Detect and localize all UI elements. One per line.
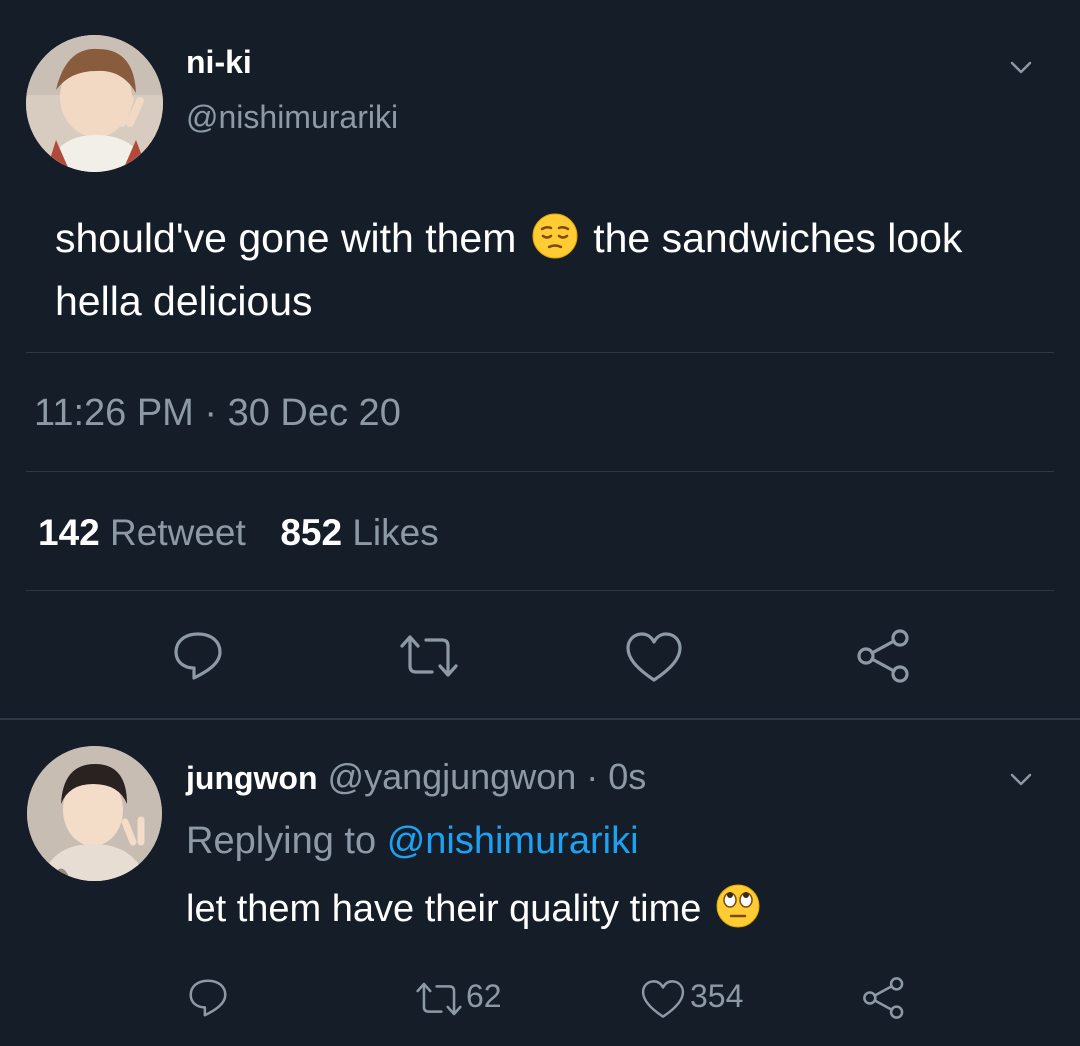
tweet-stats: 142 Retweet 852 Likes: [38, 512, 439, 554]
like-icon[interactable]: [624, 630, 684, 684]
divider: [26, 352, 1054, 353]
reply-share-icon[interactable]: [862, 976, 906, 1020]
reply-like-icon[interactable]: [640, 978, 686, 1020]
reply-author-handle[interactable]: @yangjungwon: [328, 756, 577, 797]
tweet-timestamp[interactable]: 11:26 PM · 30 Dec 20: [34, 392, 401, 435]
replying-to-label: Replying to: [186, 820, 377, 862]
reply-retweet-count[interactable]: 62: [466, 978, 502, 1015]
reply-reply-icon[interactable]: [186, 976, 230, 1020]
reply-icon[interactable]: [170, 628, 226, 684]
reply-author-avatar[interactable]: [27, 746, 162, 881]
like-count[interactable]: 852: [280, 512, 342, 553]
chevron-down-icon[interactable]: [1010, 56, 1032, 78]
reply-retweet-icon[interactable]: [414, 980, 464, 1018]
like-label[interactable]: Likes: [352, 512, 438, 553]
reply-author-display-name[interactable]: jungwon: [186, 760, 318, 796]
reply-text-content: let them have their quality time: [186, 888, 702, 930]
divider: [26, 590, 1054, 591]
face-with-rolling-eyes-emoji: [716, 884, 760, 938]
tweet-text-part1: should've gone with them: [55, 215, 517, 261]
tweet-text: should've gone with them the sandwiches …: [55, 210, 1035, 329]
retweet-icon[interactable]: [398, 632, 460, 680]
reply-text: let them have their quality time: [186, 884, 760, 938]
author-avatar[interactable]: [26, 35, 163, 172]
replying-to-mention[interactable]: @nishimurariki: [387, 820, 639, 862]
replying-to-line: Replying to @nishimurariki: [186, 820, 639, 863]
author-display-name[interactable]: ni-ki: [186, 44, 252, 81]
divider: [26, 471, 1054, 472]
reply-chevron-down-icon[interactable]: [1010, 768, 1032, 790]
retweet-label[interactable]: Retweet: [110, 512, 246, 553]
reply-header: jungwon @yangjungwon · 0s: [186, 756, 646, 798]
share-icon[interactable]: [856, 628, 912, 684]
section-divider: [0, 718, 1080, 720]
retweet-count[interactable]: 142: [38, 512, 100, 553]
pensive-face-emoji: [532, 213, 578, 273]
reply-like-count[interactable]: 354: [690, 978, 743, 1015]
author-handle[interactable]: @nishimurariki: [186, 99, 398, 136]
reply-time[interactable]: · 0s: [586, 756, 646, 797]
